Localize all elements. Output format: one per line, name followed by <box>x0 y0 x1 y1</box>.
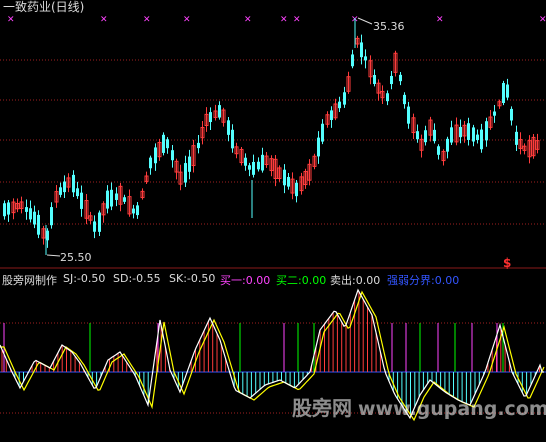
indicator-sd: SD:-0.55 <box>113 272 161 285</box>
top-signal-mark: ✕ <box>244 15 252 25</box>
candle-body <box>154 147 157 164</box>
candle-body <box>166 139 169 149</box>
candle-body <box>493 111 496 116</box>
indicator-buy2: 买二:0.00 <box>276 274 327 287</box>
top-signal-mark: ✕ <box>539 15 546 25</box>
sell-signal-marker: $ <box>503 256 512 270</box>
candle-body <box>110 189 113 207</box>
indicator-name: 股旁网制作 <box>2 274 57 287</box>
candle-body <box>433 129 436 142</box>
indicator-buy1: 买一:0.00 <box>220 274 271 287</box>
candle-body <box>351 54 354 67</box>
candle-body <box>373 75 376 84</box>
candle-body <box>386 93 389 102</box>
candle-body <box>287 176 290 187</box>
candle-body <box>437 146 440 155</box>
top-signal-mark: ✕ <box>7 15 15 25</box>
candle-body <box>515 131 518 145</box>
candle-body <box>63 181 66 193</box>
candle-body <box>184 163 187 183</box>
candle-body <box>248 165 251 170</box>
candle-body <box>244 157 247 166</box>
candle-body <box>283 169 286 186</box>
stock-chart-window: ✕✕✕✕✕✕✕✕✕✕ 一致药业(日线) 35.36 25.50 $ 股旁网制作 … <box>0 0 546 442</box>
watermark: 股旁网 www.gupang.com <box>292 392 546 421</box>
candle-body <box>218 105 221 118</box>
candle-body <box>424 130 427 143</box>
indicator-sk: SK:-0.50 <box>169 272 216 285</box>
candle-body <box>343 92 346 105</box>
candle-body <box>459 126 462 138</box>
candle-body <box>390 75 393 85</box>
candle-body <box>476 134 479 141</box>
candle-body <box>29 208 32 220</box>
indicator-sj: SJ:-0.50 <box>63 272 106 285</box>
price-low-label: 25.50 <box>60 251 92 264</box>
candle-body <box>3 203 6 217</box>
top-signal-mark: ✕ <box>280 15 288 25</box>
candle-body <box>510 108 513 121</box>
candle-body <box>338 101 341 109</box>
candle-body <box>261 154 264 171</box>
candle-body <box>485 121 488 141</box>
candle-body <box>364 56 367 61</box>
candle-body <box>50 207 53 226</box>
candle-body <box>33 211 36 225</box>
candle-body <box>132 208 135 214</box>
top-signal-mark: ✕ <box>143 15 151 25</box>
candle-body <box>227 120 230 135</box>
candle-body <box>171 150 174 161</box>
candle-body <box>403 94 406 105</box>
candle-body <box>149 157 152 169</box>
candle-body <box>416 131 419 140</box>
candle-body <box>231 129 234 149</box>
candle-body <box>252 161 255 175</box>
candle-body <box>317 137 320 157</box>
candle-body <box>506 84 509 98</box>
candle-body <box>93 221 96 232</box>
candle-body <box>321 123 324 142</box>
high-arrow <box>357 17 373 25</box>
candle-body <box>399 74 402 82</box>
top-signal-mark: ✕ <box>100 15 108 25</box>
candle-body <box>502 83 505 103</box>
candle-body <box>106 190 109 209</box>
candle-body <box>59 187 62 195</box>
candle-body <box>188 156 191 172</box>
candle-body <box>472 127 475 142</box>
candle-body <box>197 142 200 149</box>
candle-body <box>162 134 165 153</box>
candle-body <box>136 205 139 216</box>
candle-body <box>98 212 101 232</box>
candle-body <box>209 112 212 123</box>
chart-title: 一致药业(日线) <box>3 0 85 14</box>
candle-body <box>76 188 79 197</box>
candle-body <box>7 202 10 215</box>
candle-body <box>25 207 28 212</box>
candle-body <box>72 174 75 193</box>
candle-body <box>330 110 333 121</box>
candle-body <box>37 214 40 235</box>
candle-body <box>80 192 83 209</box>
indicator-strength-divider: 强弱分界:0.00 <box>387 274 460 287</box>
top-signal-mark: ✕ <box>293 15 301 25</box>
indicator-sell: 卖出:0.00 <box>330 274 381 287</box>
candle-body <box>407 106 410 124</box>
candle-body <box>480 129 483 150</box>
watermark-url: www.gupang.com <box>358 398 546 420</box>
top-signal-mark: ✕ <box>183 15 191 25</box>
kline-chart[interactable]: ✕✕✕✕✕✕✕✕✕✕ <box>0 0 546 442</box>
candle-body <box>360 42 363 58</box>
candle-body <box>295 182 298 197</box>
candle-body <box>115 193 118 200</box>
low-arrow <box>46 254 61 257</box>
candle-body <box>446 138 449 152</box>
candle-body <box>450 127 453 143</box>
top-signal-mark: ✕ <box>436 15 444 25</box>
candle-body <box>257 161 260 170</box>
price-high-label: 35.36 <box>373 20 405 33</box>
watermark-text: 股旁网 <box>292 396 352 420</box>
candle-body <box>123 197 126 202</box>
candle-body <box>467 123 470 140</box>
